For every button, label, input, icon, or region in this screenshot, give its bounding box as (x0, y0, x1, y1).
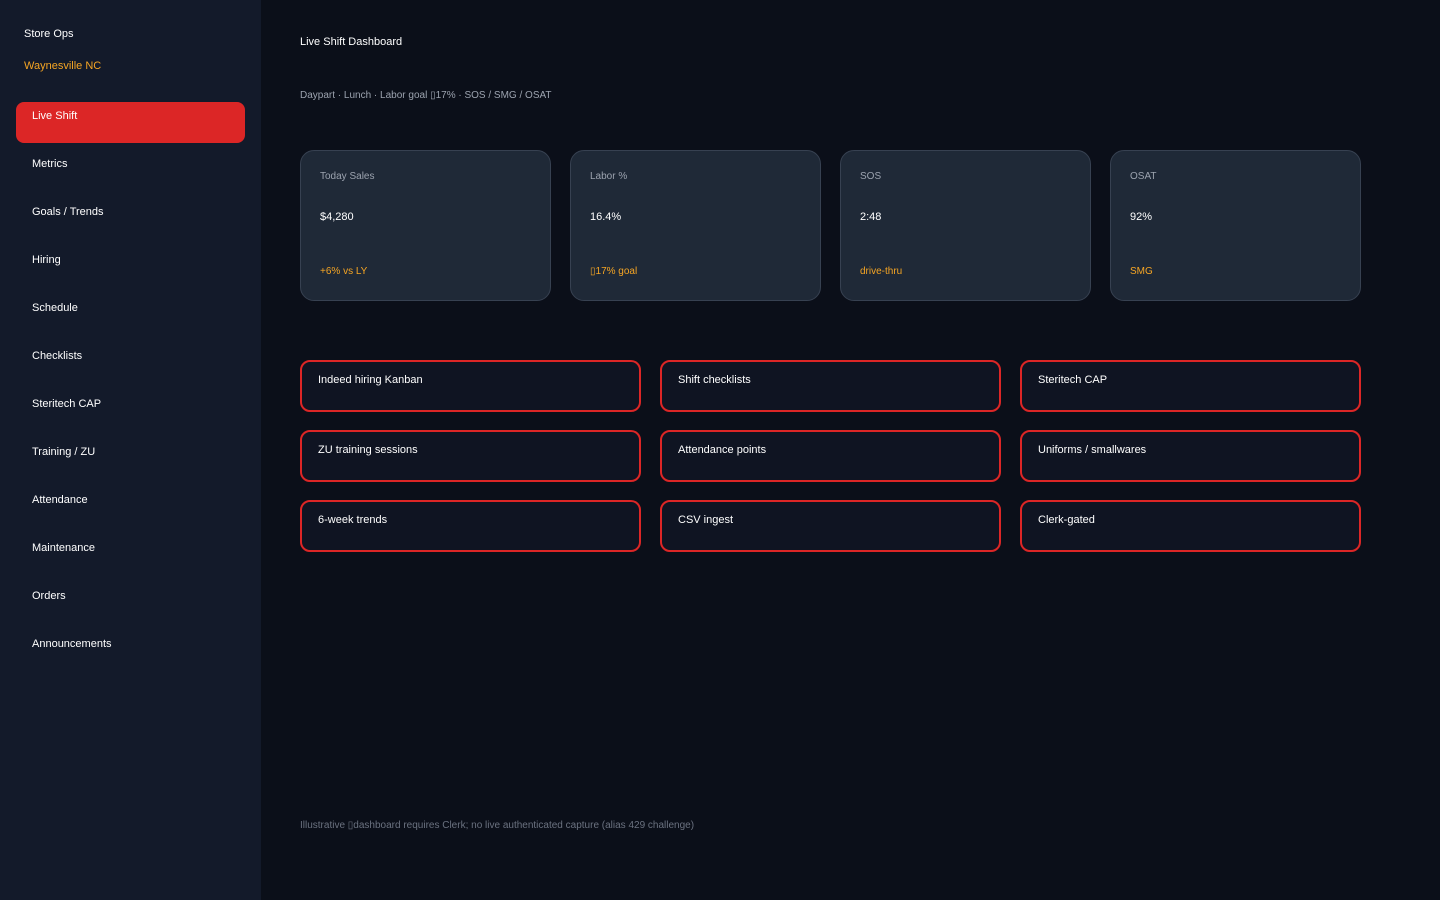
feature-tiles: Indeed hiring Kanban Shift checklists St… (300, 360, 1361, 553)
tile-csv-ingest[interactable]: CSV ingest (660, 500, 1001, 552)
kpi-note: +6% vs LY (320, 266, 368, 277)
sidebar-item-training-zu[interactable]: Training / ZU (16, 438, 245, 479)
kpi-value: 92% (1130, 211, 1153, 223)
main-content: Live Shift Dashboard Daypart · Lunch · L… (261, 0, 1440, 900)
tile-label: 6-week trends (318, 514, 388, 526)
kpi-value: 16.4% (590, 211, 622, 223)
kpi-label: Labor % (590, 171, 628, 182)
kpi-value: $4,280 (320, 211, 354, 223)
sidebar-item-label: Metrics (32, 158, 68, 170)
sidebar-item-label: Checklists (32, 350, 83, 362)
tile-label: Clerk-gated (1038, 514, 1095, 526)
tile-label: Uniforms / smallwares (1038, 444, 1147, 456)
kpi-label: Today Sales (320, 171, 375, 182)
sidebar-item-label: Schedule (32, 302, 78, 314)
sidebar-item-announcements[interactable]: Announcements (16, 630, 245, 671)
kpi-card-labor: Labor % 16.4% ▯17% goal (570, 150, 821, 301)
tile-indeed-hiring-kanban[interactable]: Indeed hiring Kanban (300, 360, 641, 412)
sidebar-nav: Live Shift Metrics Goals / Trends Hiring… (16, 102, 245, 678)
sidebar-item-steritech-cap[interactable]: Steritech CAP (16, 390, 245, 431)
tile-label: Indeed hiring Kanban (318, 374, 423, 386)
sidebar-item-checklists[interactable]: Checklists (16, 342, 245, 383)
tile-zu-training-sessions[interactable]: ZU training sessions (300, 430, 641, 482)
kpi-card-sos: SOS 2:48 drive-thru (840, 150, 1091, 301)
sidebar-item-orders[interactable]: Orders (16, 582, 245, 623)
kpi-note: SMG (1130, 266, 1153, 277)
sidebar-item-label: Hiring (32, 254, 61, 266)
tile-steritech-cap[interactable]: Steritech CAP (1020, 360, 1361, 412)
tile-label: ZU training sessions (318, 444, 418, 456)
tile-label: Attendance points (678, 444, 767, 456)
sidebar-item-metrics[interactable]: Metrics (16, 150, 245, 191)
sidebar-item-label: Goals / Trends (32, 206, 104, 218)
sidebar-item-label: Steritech CAP (32, 398, 102, 410)
sidebar-item-label: Attendance (32, 494, 88, 506)
kpi-card-today-sales: Today Sales $4,280 +6% vs LY (300, 150, 551, 301)
sidebar-item-label: Maintenance (32, 542, 95, 554)
tile-label: Steritech CAP (1038, 374, 1108, 386)
store-location: Waynesville NC (24, 60, 102, 72)
sidebar-item-maintenance[interactable]: Maintenance (16, 534, 245, 575)
kpi-note: ▯17% goal (590, 266, 638, 277)
page-title: Live Shift Dashboard (300, 36, 403, 48)
kpi-value: 2:48 (860, 211, 882, 223)
app-window: Store Ops Waynesville NC Live Shift Metr… (0, 0, 1440, 900)
sidebar-item-live-shift[interactable]: Live Shift (16, 102, 245, 143)
tile-6-week-trends[interactable]: 6-week trends (300, 500, 641, 552)
sidebar-item-label: Live Shift (32, 110, 78, 122)
brand-title: Store Ops (24, 28, 74, 40)
sidebar-item-label: Announcements (32, 638, 112, 650)
tile-label: Shift checklists (678, 374, 751, 386)
page-subtitle: Daypart · Lunch · Labor goal ▯17% · SOS … (300, 90, 552, 101)
sidebar-item-hiring[interactable]: Hiring (16, 246, 245, 287)
sidebar-item-schedule[interactable]: Schedule (16, 294, 245, 335)
kpi-card-osat: OSAT 92% SMG (1110, 150, 1361, 301)
kpi-row: Today Sales $4,280 +6% vs LY Labor % 16.… (300, 150, 1361, 301)
tile-shift-checklists[interactable]: Shift checklists (660, 360, 1001, 412)
kpi-label: OSAT (1130, 171, 1157, 182)
sidebar: Store Ops Waynesville NC Live Shift Metr… (0, 0, 261, 900)
tile-label: CSV ingest (678, 514, 734, 526)
sidebar-item-attendance[interactable]: Attendance (16, 486, 245, 527)
tile-attendance-points[interactable]: Attendance points (660, 430, 1001, 482)
sidebar-item-label: Training / ZU (32, 446, 96, 458)
footer-disclaimer: Illustrative ▯dashboard requires Clerk; … (300, 820, 695, 831)
tile-uniforms-smallwares[interactable]: Uniforms / smallwares (1020, 430, 1361, 482)
kpi-note: drive-thru (860, 266, 903, 277)
sidebar-item-goals-trends[interactable]: Goals / Trends (16, 198, 245, 239)
tile-clerk-gated[interactable]: Clerk-gated (1020, 500, 1361, 552)
sidebar-item-label: Orders (32, 590, 66, 602)
kpi-label: SOS (860, 171, 882, 182)
